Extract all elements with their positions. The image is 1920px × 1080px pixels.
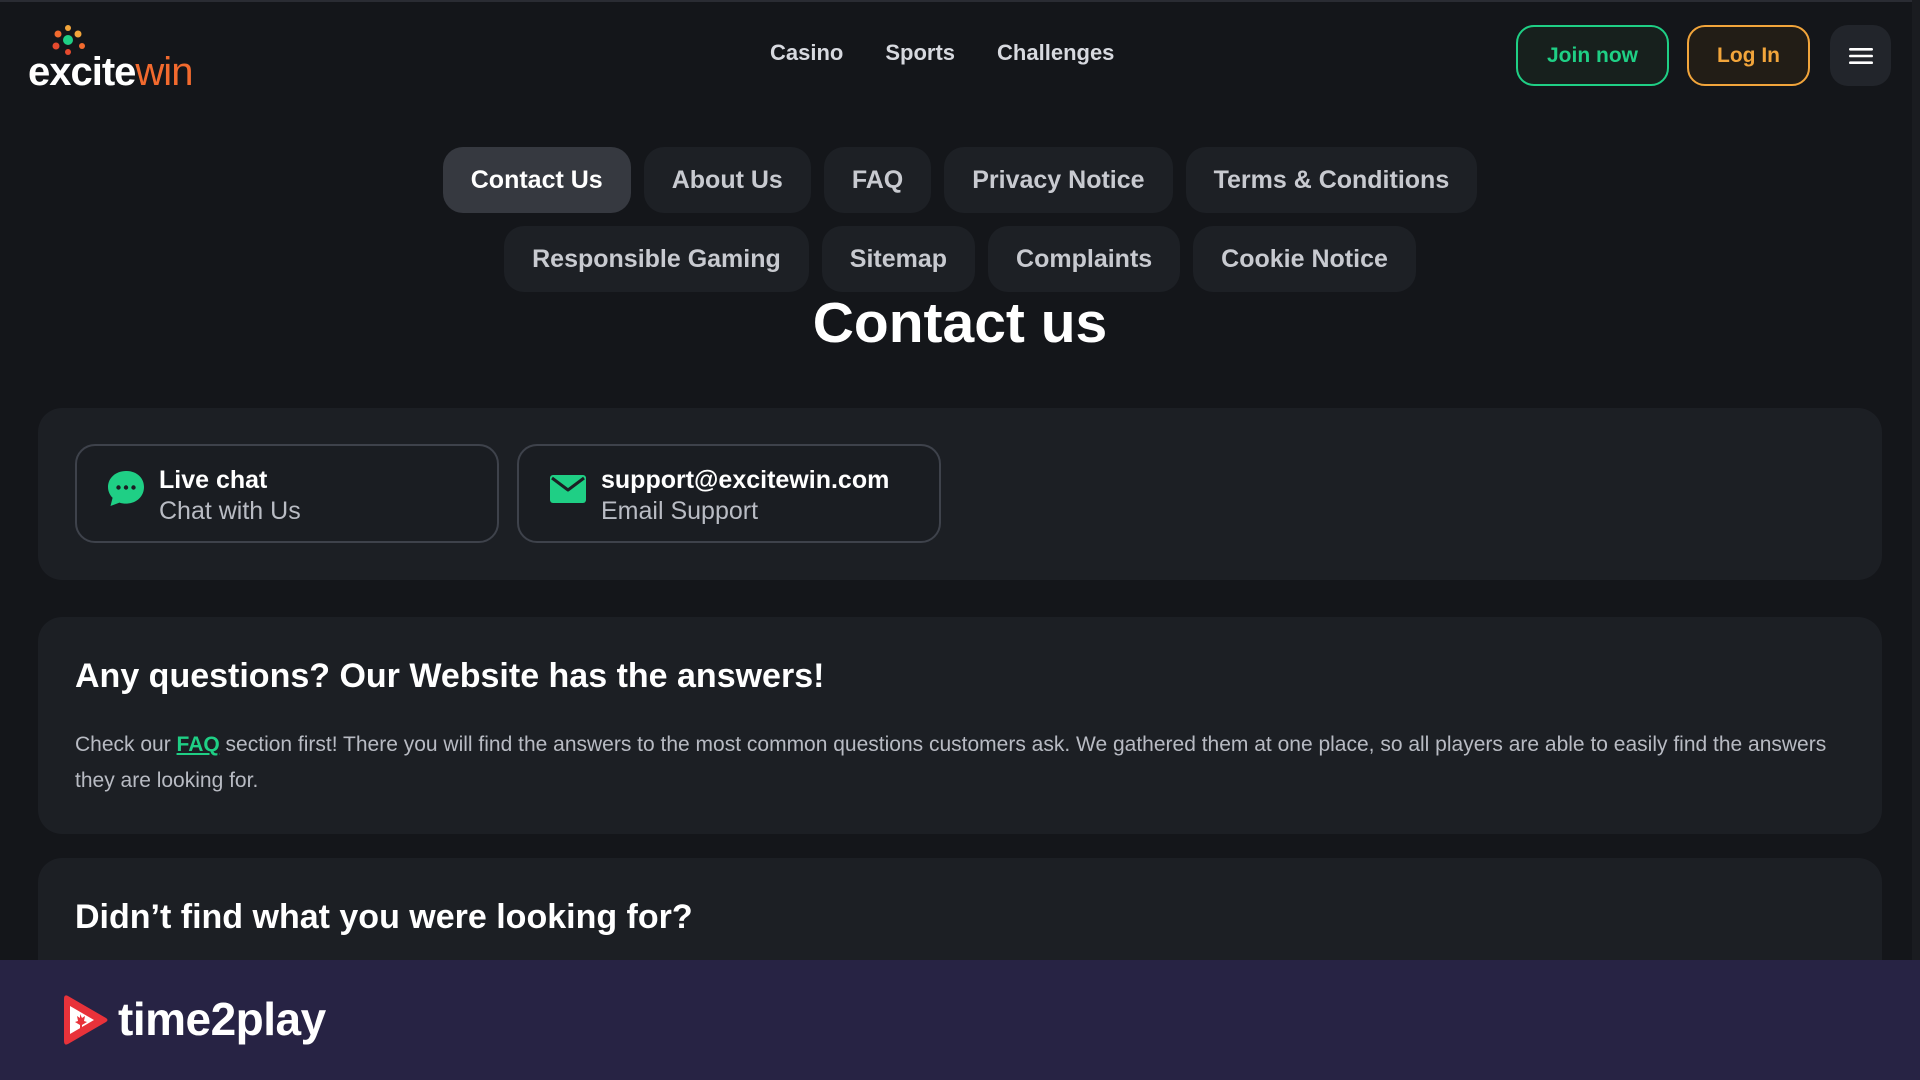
page-scrollbar[interactable] [1912,0,1920,960]
faq-link[interactable]: FAQ [177,733,220,756]
faq-section-title: Any questions? Our Website has the answe… [75,657,825,695]
time2play-flag-icon [64,995,108,1045]
tab-complaints[interactable]: Complaints [988,226,1181,292]
live-chat-title: Live chat [159,466,268,494]
tab-faq[interactable]: FAQ [823,147,932,213]
live-chat-card[interactable]: Live chat Chat with Us [75,444,499,543]
excitewin-logo[interactable]: excitewin [28,22,228,94]
log-in-button[interactable]: Log In [1687,25,1810,86]
logo-wordmark: excitewin [28,50,193,94]
faq-section-text: Check our FAQ section first! There you w… [75,727,1865,799]
tab-privacy-notice[interactable]: Privacy Notice [944,147,1173,213]
hamburger-icon [1848,47,1873,64]
email-support-subtitle: Email Support [601,497,759,525]
faq-text-before: Check our [75,733,177,756]
info-tabs-row-1: Contact Us About Us FAQ Privacy Notice T… [0,147,1920,213]
tab-sitemap[interactable]: Sitemap [821,226,976,292]
time2play-logo[interactable]: time2play [64,990,364,1050]
time2play-banner: time2play [0,960,1920,1080]
nav-sports[interactable]: Sports [885,40,955,66]
nav-challenges[interactable]: Challenges [997,40,1114,66]
faq-info-panel: Any questions? Our Website has the answe… [38,617,1882,834]
tab-contact-us[interactable]: Contact Us [442,147,631,213]
tab-responsible-gaming[interactable]: Responsible Gaming [504,226,809,292]
page-title: Contact us [812,291,1108,355]
envelope-icon [550,475,586,503]
info-tabs-row-2: Responsible Gaming Sitemap Complaints Co… [0,226,1920,292]
nav-casino[interactable]: Casino [770,40,843,66]
faq-text-after: section first! There you will find the a… [75,733,1827,792]
time2play-wordmark: time2play [118,993,326,1045]
tab-cookie-notice[interactable]: Cookie Notice [1193,226,1416,292]
menu-button[interactable] [1830,25,1891,86]
not-found-title: Didn’t find what you were looking for? [75,898,693,936]
support-email: support@excitewin.com [601,466,890,494]
site-header: excitewin Casino Sports Challenges Join … [0,0,1920,110]
email-support-card[interactable]: support@excitewin.com Email Support [517,444,941,543]
tab-about-us[interactable]: About Us [643,147,811,213]
tab-terms-conditions[interactable]: Terms & Conditions [1185,147,1478,213]
join-now-button[interactable]: Join now [1516,25,1669,86]
chat-bubble-icon [108,471,144,506]
contact-options-panel: Live chat Chat with Us support@excitewin… [38,408,1882,580]
live-chat-subtitle: Chat with Us [159,497,301,525]
main-nav: Casino Sports Challenges [770,40,1114,66]
